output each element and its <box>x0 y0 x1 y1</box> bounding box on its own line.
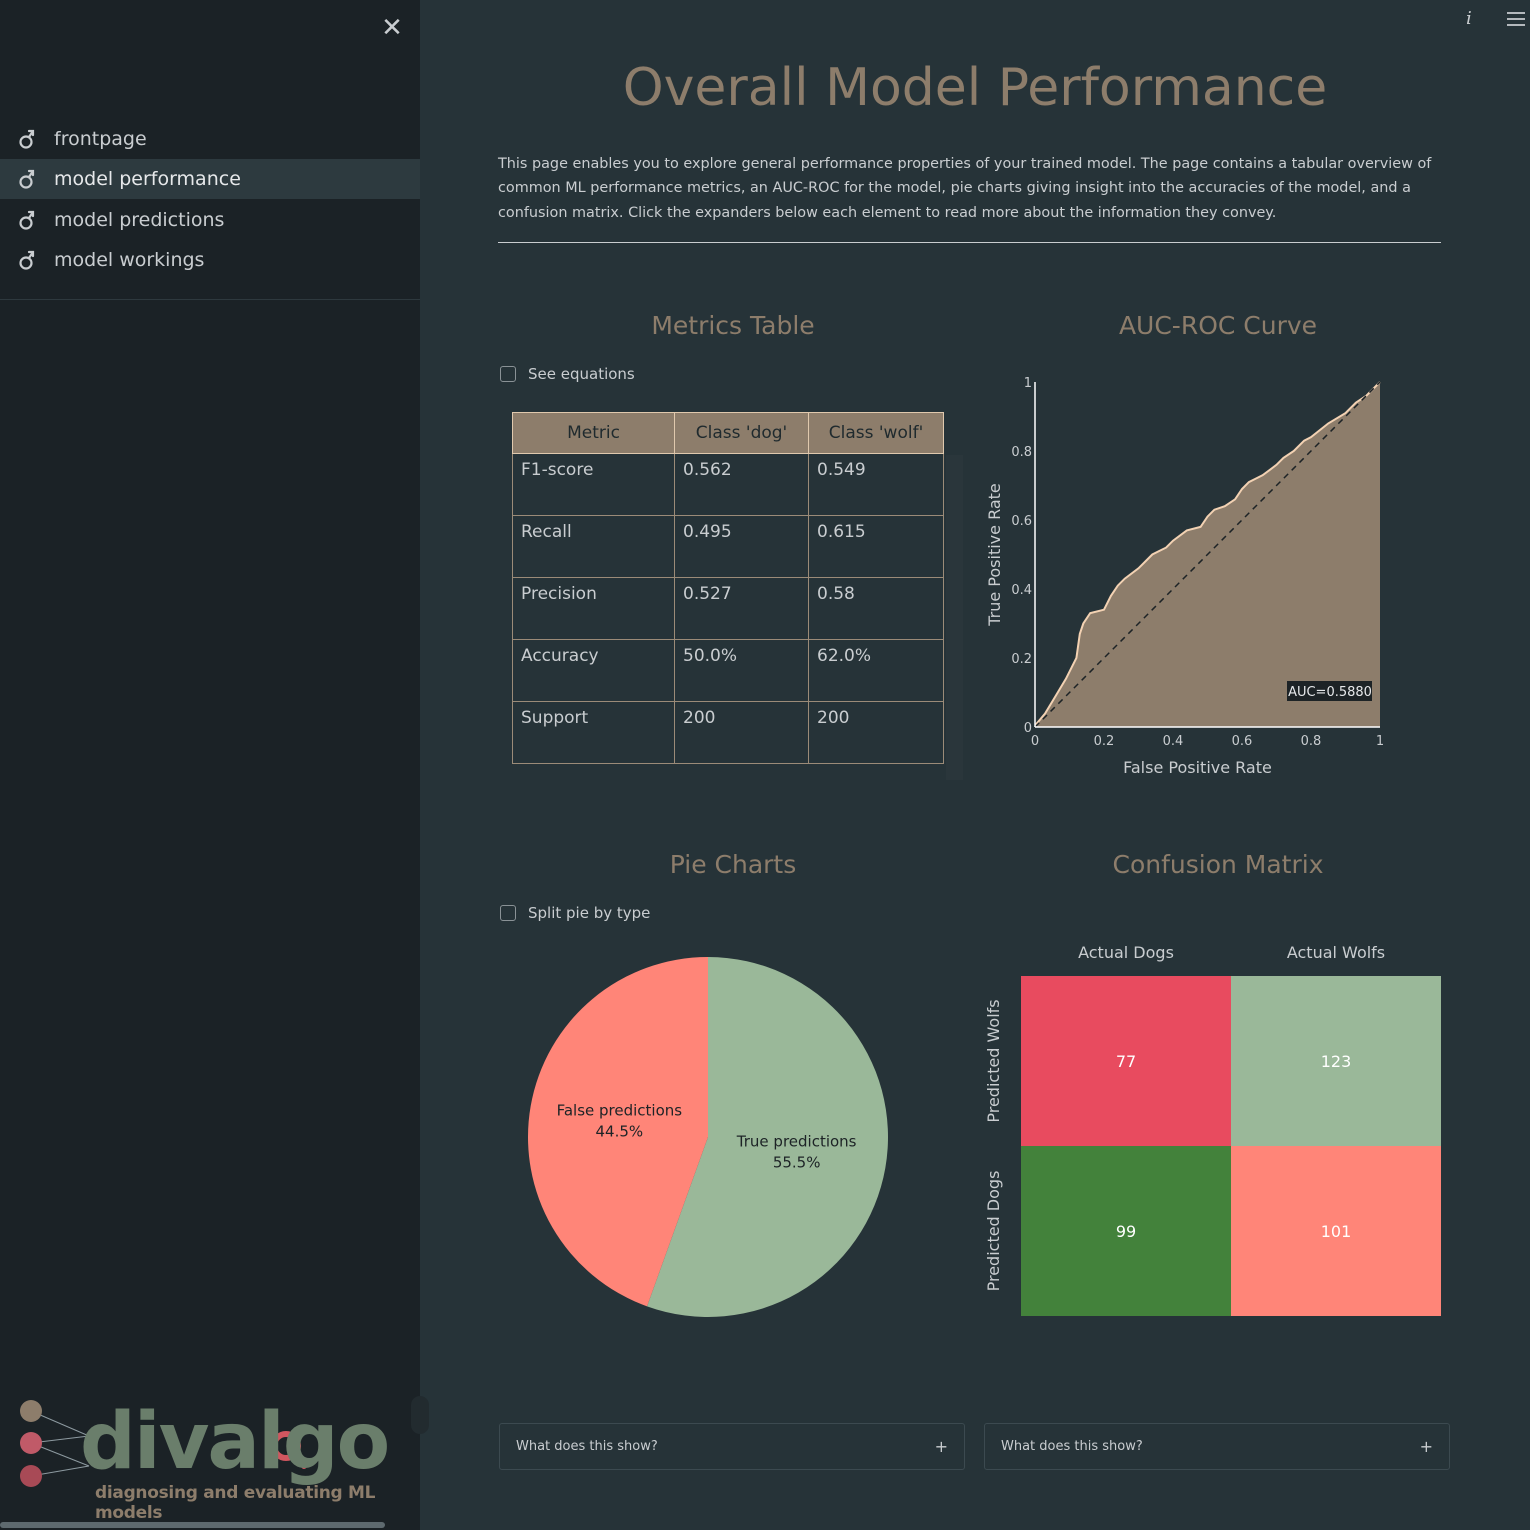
table-row: Recall 0.495 0.615 <box>512 515 944 578</box>
y-tick-label: 0.8 <box>1011 445 1032 460</box>
cm-cell-value: 99 <box>1116 1222 1136 1241</box>
main-divider <box>498 242 1441 243</box>
checkbox-box[interactable] <box>500 366 516 382</box>
hamburger-menu-icon[interactable] <box>1505 8 1527 30</box>
checkbox-box[interactable] <box>500 905 516 921</box>
cm-cell-value: 77 <box>1116 1052 1136 1071</box>
pie-value-false: 44.5% <box>596 1123 644 1141</box>
table-cell: Support <box>512 701 675 764</box>
x-tick-label: 0.6 <box>1232 734 1253 749</box>
pie-charts-title: Pie Charts <box>669 850 797 879</box>
sidebar-item-frontpage[interactable]: frontpage <box>0 119 420 159</box>
table-cell: 62.0% <box>808 639 944 702</box>
y-tick-label: 1 <box>1024 376 1032 391</box>
table-scrollbar[interactable] <box>946 455 963 780</box>
table-cell: F1-score <box>512 453 675 516</box>
info-icon[interactable]: i <box>1466 8 1482 30</box>
x-tick-label: 0.4 <box>1163 734 1184 749</box>
x-tick-label: 1 <box>1376 734 1384 749</box>
confusion-matrix-expander[interactable]: What does this show? + <box>984 1423 1450 1470</box>
male-symbol-icon <box>19 250 35 270</box>
y-axis-title: True Positive Rate <box>985 483 1004 627</box>
confusion-matrix-chart: Actual Dogs Actual Wolfs Predicted Wolfs 77… <box>984 943 1441 1316</box>
table-row: Accuracy 50.0% 62.0% <box>512 639 944 702</box>
x-tick-label: 0.2 <box>1094 734 1115 749</box>
table-cell: 200 <box>808 701 944 764</box>
table-row: Support 200 200 <box>512 701 944 764</box>
table-header: Class 'dog' <box>674 412 809 454</box>
cm-row-label: Predicted Dogs <box>984 1171 1003 1292</box>
male-symbol-icon <box>19 210 35 230</box>
x-tick-label: 0.8 <box>1301 734 1322 749</box>
table-cell: 0.58 <box>808 577 944 640</box>
confusion-matrix-title: Confusion Matrix <box>1112 850 1324 879</box>
table-cell: 0.549 <box>808 453 944 516</box>
split-pie-checkbox[interactable]: Split pie by type <box>500 904 650 922</box>
checkbox-label: Split pie by type <box>528 904 651 922</box>
y-tick-label: 0.6 <box>1011 514 1032 529</box>
expander-label: What does this show? <box>1001 1439 1143 1454</box>
page-description: This page enables you to explore general… <box>498 156 1432 221</box>
sidebar-item-model-performance[interactable]: model performance <box>0 159 420 199</box>
y-tick-label: 0.4 <box>1011 583 1032 598</box>
page-title: Overall Model Performance <box>622 58 1328 118</box>
roc-chart: 00 0.2 0.2 0.4 0.4 0.6 0.6 0.8 0.8 1 1 False Positi… <box>985 376 1384 777</box>
plus-icon[interactable]: + <box>1420 1437 1433 1456</box>
roc-curve-title: AUC-ROC Curve <box>1118 311 1318 340</box>
pie-value-true: 55.5% <box>773 1153 821 1171</box>
metrics-pie-expander[interactable]: What does this show? + <box>499 1423 965 1470</box>
sidebar-divider <box>0 299 420 300</box>
table-cell: 0.562 <box>674 453 809 516</box>
x-tick-label: 0 <box>1031 734 1039 749</box>
pie-label-false: False predictions <box>557 1102 683 1120</box>
see-equations-checkbox[interactable]: See equations <box>500 365 635 383</box>
cm-column-label: Actual Wolfs <box>1287 943 1385 962</box>
y-tick-label: 0.2 <box>1011 652 1032 667</box>
close-icon[interactable]: ✕ <box>376 12 408 44</box>
auc-annotation: AUC=0.5880 <box>1288 685 1372 700</box>
pie-chart: False predictions 44.5% True predictions 55… <box>527 957 888 1317</box>
sidebar-item-label: model performance <box>54 168 241 190</box>
cm-row-label: Predicted Wolfs <box>984 999 1003 1122</box>
table-header: Metric <box>512 412 675 454</box>
logo-text: divalgo <box>80 1397 390 1487</box>
sidebar-item-model-predictions[interactable]: model predictions <box>0 200 420 240</box>
expander-label: What does this show? <box>516 1439 658 1454</box>
table-cell: Precision <box>512 577 675 640</box>
male-symbol-icon <box>19 169 35 189</box>
sidebar: ✕ frontpage model performance model pred… <box>0 0 420 1530</box>
table-cell: 0.615 <box>808 515 944 578</box>
table-cell: 0.527 <box>674 577 809 640</box>
pie-label-true: True predictions <box>736 1132 857 1150</box>
metrics-table: Metric Class 'dog' Class 'wolf' F1-score… <box>512 412 944 764</box>
table-cell: 200 <box>674 701 809 764</box>
sidebar-scrollbar[interactable] <box>0 1522 385 1528</box>
sidebar-item-label: frontpage <box>54 128 147 150</box>
sidebar-item-label: model predictions <box>54 209 225 231</box>
table-header: Class 'wolf' <box>808 412 944 454</box>
sidebar-item-label: model workings <box>54 249 205 271</box>
table-cell: 50.0% <box>674 639 809 702</box>
table-cell: Accuracy <box>512 639 675 702</box>
metrics-table-title: Metrics Table <box>651 311 815 340</box>
x-axis-title: False Positive Rate <box>1123 758 1272 777</box>
cm-column-label: Actual Dogs <box>1078 943 1174 962</box>
table-cell: Recall <box>512 515 675 578</box>
cm-cell-value: 101 <box>1321 1222 1352 1241</box>
plus-icon[interactable]: + <box>935 1437 948 1456</box>
cm-cell-value: 123 <box>1321 1052 1352 1071</box>
checkbox-label: See equations <box>528 365 635 383</box>
y-tick-label: 0 <box>1024 721 1032 736</box>
table-row: Precision 0.527 0.58 <box>512 577 944 640</box>
sidebar-resize-handle[interactable] <box>411 1396 429 1434</box>
logo-tagline: diagnosing and evaluating ML models <box>95 1483 376 1523</box>
table-cell: 0.495 <box>674 515 809 578</box>
male-symbol-icon <box>19 129 35 149</box>
table-row: F1-score 0.562 0.549 <box>512 453 944 516</box>
sidebar-item-model-workings[interactable]: model workings <box>0 240 420 280</box>
